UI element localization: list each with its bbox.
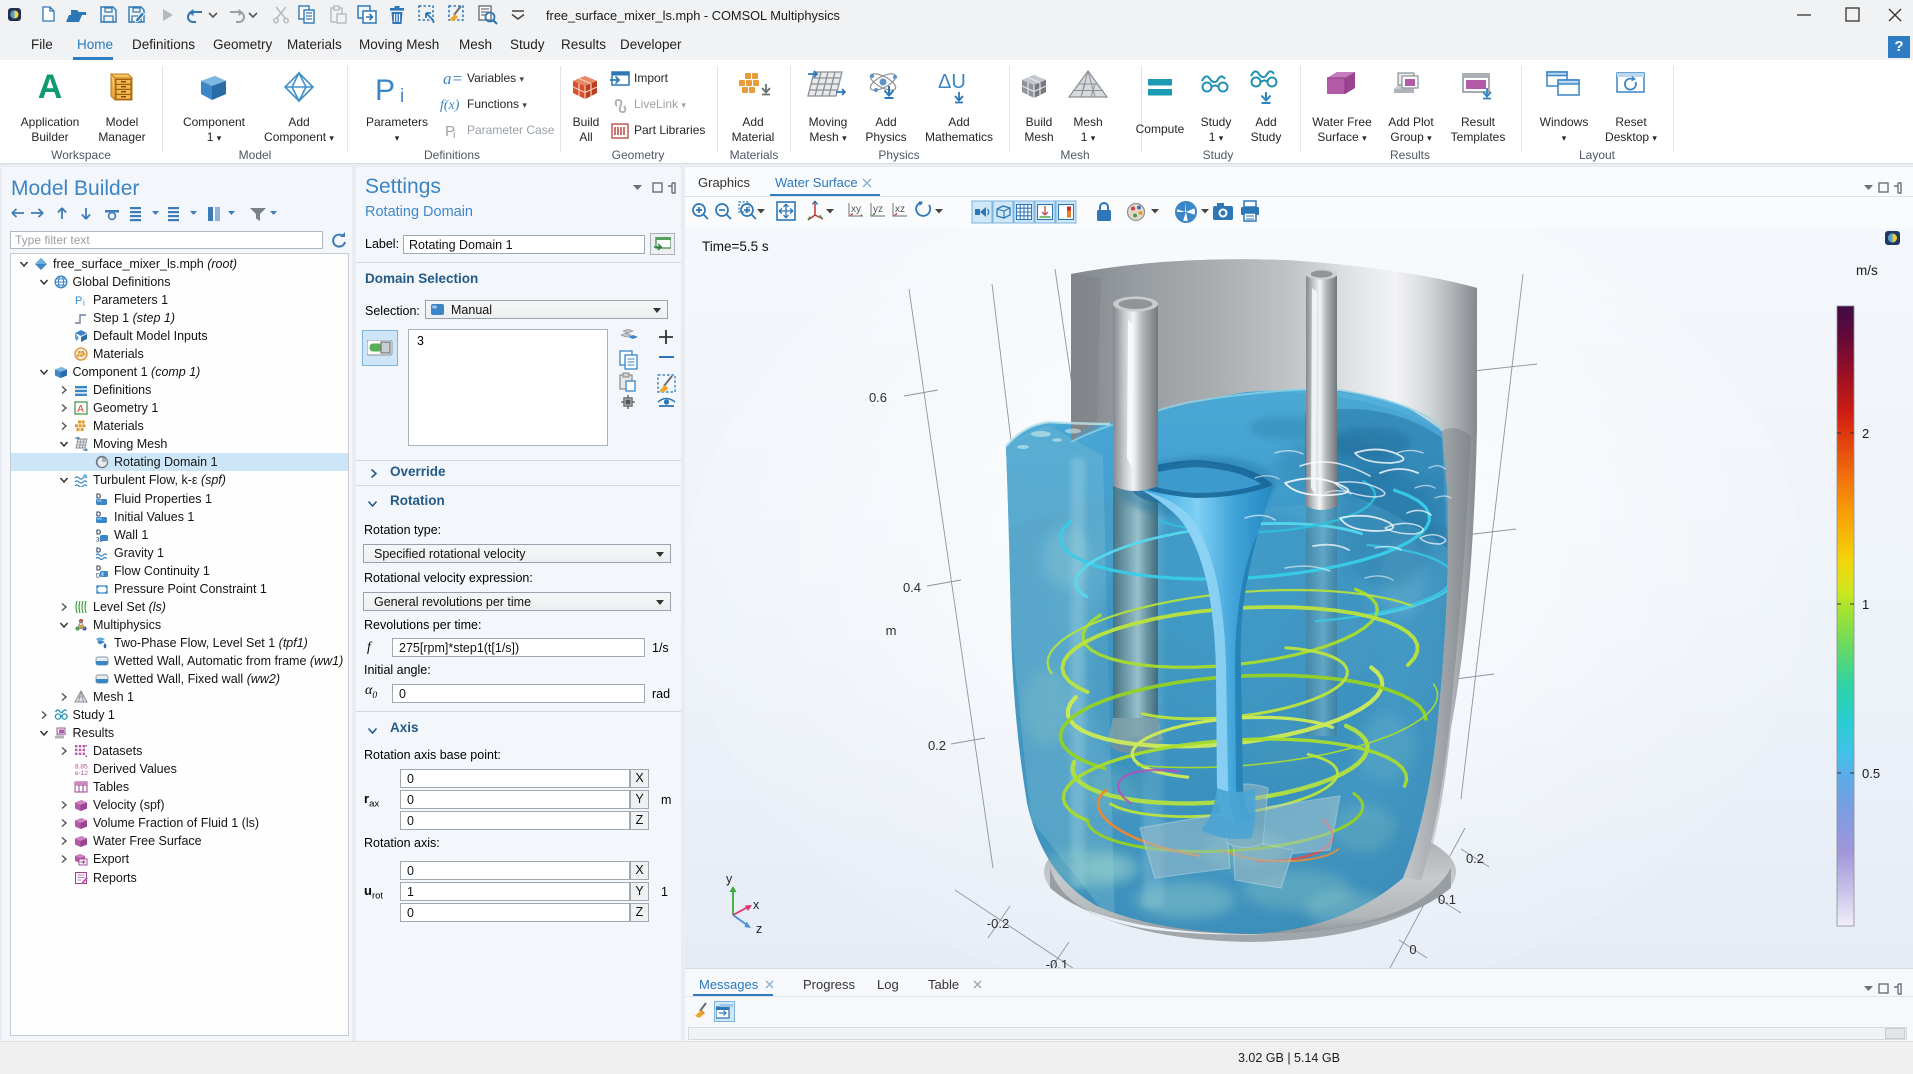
svg-text:z: z — [756, 922, 762, 936]
svg-text:-0.2: -0.2 — [987, 916, 1009, 931]
svg-text:x: x — [753, 898, 760, 912]
svg-text:0.2: 0.2 — [1466, 851, 1484, 866]
svg-text:P: P — [375, 74, 395, 107]
svg-text:A: A — [38, 68, 63, 106]
svg-text:i: i — [400, 86, 404, 107]
svg-text:f(x): f(x) — [440, 98, 460, 113]
svg-text:1: 1 — [1862, 597, 1869, 612]
svg-text:-0.1: -0.1 — [1046, 957, 1068, 968]
svg-text:y: y — [726, 872, 733, 886]
svg-text:0.5: 0.5 — [1862, 766, 1880, 781]
svg-text:D: D — [96, 565, 101, 572]
svg-text:0.6: 0.6 — [869, 390, 887, 405]
svg-text:i: i — [83, 298, 85, 307]
svg-text:a=: a= — [443, 69, 463, 88]
svg-text:P: P — [75, 295, 82, 307]
svg-text:0.4: 0.4 — [903, 580, 921, 595]
svg-text:A: A — [77, 404, 84, 415]
svg-text:m/s: m/s — [1856, 263, 1878, 278]
svg-text:2: 2 — [1862, 426, 1869, 441]
svg-text:e-12: e-12 — [75, 770, 88, 776]
svg-text:D: D — [96, 547, 101, 554]
svg-text:0: 0 — [1409, 942, 1416, 957]
svg-text:m: m — [886, 623, 897, 638]
svg-text:D: D — [96, 529, 101, 536]
svg-text:Time=5.5 s: Time=5.5 s — [702, 239, 769, 254]
svg-text:0.1: 0.1 — [1438, 892, 1456, 907]
svg-text:ΔU: ΔU — [938, 71, 966, 93]
svg-text:0.2: 0.2 — [928, 738, 946, 753]
svg-text:i: i — [453, 129, 455, 141]
